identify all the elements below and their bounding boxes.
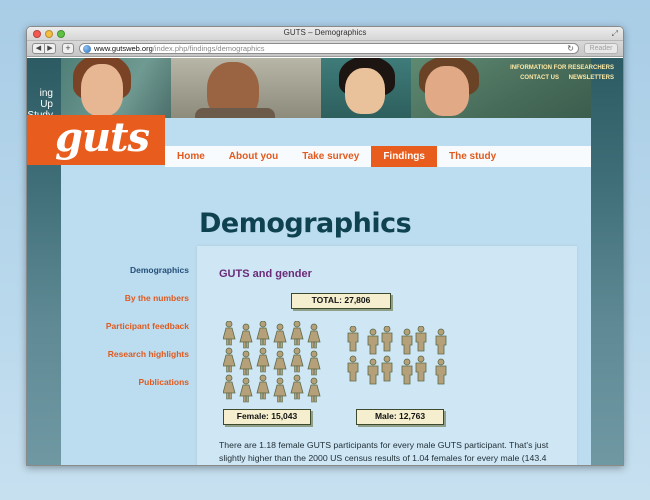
page-content: INFORMATION FOR RESEARCHERS CONTACT US N… — [27, 58, 614, 465]
male-label: Male: 12,763 — [356, 409, 444, 425]
forward-arrow-icon[interactable]: ▶ — [44, 44, 55, 53]
newsletters-link[interactable]: NEWSLETTERS — [569, 75, 614, 81]
browser-toolbar: ◀ ▶ + www.gutsweb.org/index.php/findings… — [27, 41, 623, 57]
female-figure — [290, 374, 304, 400]
hero-banner: INFORMATION FOR RESEARCHERS CONTACT US N… — [61, 58, 623, 118]
sidebar-item-demographics[interactable]: Demographics — [61, 263, 189, 291]
guts-logo[interactable]: guts — [27, 115, 165, 165]
gender-ratio-paragraph: There are 1.18 female GUTS participants … — [219, 440, 549, 463]
section-title: GUTS and gender — [219, 268, 312, 280]
hero-photo-3 — [321, 58, 411, 118]
female-figure — [273, 350, 287, 376]
logo-text: guts — [55, 114, 150, 161]
sidebar-item-participant-feedback[interactable]: Participant feedback — [61, 319, 189, 347]
male-figure — [435, 358, 447, 385]
back-arrow-icon[interactable]: ◀ — [33, 44, 44, 53]
title-bar: GUTS – Demographics ⤢ — [27, 27, 623, 41]
male-figure — [367, 358, 379, 385]
nav-take-survey[interactable]: Take survey — [290, 146, 371, 167]
nav-the-study[interactable]: The study — [437, 146, 508, 167]
contact-us-link[interactable]: CONTACT US — [520, 75, 559, 81]
fullscreen-icon[interactable]: ⤢ — [612, 29, 618, 39]
hero-photo-1 — [61, 58, 171, 118]
url-path: /index.php/findings/demographics — [152, 44, 265, 53]
page-viewport: ing Up Study — [27, 58, 623, 465]
male-figure — [367, 328, 379, 355]
reload-icon[interactable]: ↻ — [567, 44, 574, 54]
main-nav: Home About you Take survey Findings The … — [165, 146, 591, 167]
url-domain: www.gutsweb.org — [94, 44, 153, 53]
female-figure — [273, 377, 287, 403]
female-figure — [239, 350, 253, 376]
content-panel: GUTS and gender TOTAL: 27,806 Female: 15… — [197, 246, 577, 465]
female-figure — [256, 374, 270, 400]
female-figure — [223, 374, 236, 400]
add-bookmark-button[interactable]: + — [62, 43, 74, 54]
female-figure — [290, 347, 304, 373]
female-figure — [223, 321, 236, 346]
window-title: GUTS – Demographics — [283, 28, 367, 37]
sidebar-nav: Demographics By the numbers Participant … — [61, 263, 189, 403]
address-bar[interactable]: www.gutsweb.org/index.php/findings/demog… — [79, 43, 579, 54]
reader-button[interactable]: Reader — [584, 43, 618, 54]
researchers-link[interactable]: INFORMATION FOR RESEARCHERS — [510, 63, 614, 73]
nav-home[interactable]: Home — [165, 146, 217, 167]
female-figure — [290, 321, 304, 346]
nav-about-you[interactable]: About you — [217, 146, 290, 167]
female-figure — [307, 350, 321, 376]
browser-window: GUTS – Demographics ⤢ ◀ ▶ + www.gutsweb.… — [26, 26, 624, 466]
male-figure — [401, 358, 413, 385]
female-figure — [256, 347, 270, 373]
globe-icon — [83, 45, 91, 53]
female-figs-svg — [223, 321, 321, 403]
female-figure — [273, 323, 287, 349]
sidebar-item-by-the-numbers[interactable]: By the numbers — [61, 291, 189, 319]
history-buttons: ◀ ▶ — [32, 43, 56, 54]
tagline-line-1: ing Up — [39, 88, 53, 110]
female-figure — [239, 377, 253, 403]
nav-findings[interactable]: Findings — [371, 146, 437, 167]
female-figure — [256, 321, 270, 346]
female-figures — [223, 321, 323, 403]
male-figure — [381, 355, 393, 382]
total-label: TOTAL: 27,806 — [291, 293, 391, 309]
male-figure — [415, 326, 427, 352]
sidebar-item-publications[interactable]: Publications — [61, 375, 189, 403]
female-figure — [223, 347, 236, 373]
page-title: Demographics — [199, 208, 412, 239]
male-figure — [435, 328, 447, 355]
sidebar-item-research-highlights[interactable]: Research highlights — [61, 347, 189, 375]
female-label: Female: 15,043 — [223, 409, 311, 425]
female-figure — [239, 323, 253, 349]
male-figure — [347, 355, 359, 382]
male-figure — [401, 328, 413, 355]
utility-links: INFORMATION FOR RESEARCHERS CONTACT US N… — [510, 63, 614, 83]
male-figure — [381, 326, 393, 352]
male-figure — [347, 326, 359, 352]
female-figure — [307, 323, 321, 349]
male-figure — [415, 355, 427, 382]
female-figure — [307, 377, 321, 403]
hero-photo-2 — [171, 58, 321, 118]
male-figs-svg — [347, 326, 447, 385]
male-figures — [347, 326, 467, 406]
